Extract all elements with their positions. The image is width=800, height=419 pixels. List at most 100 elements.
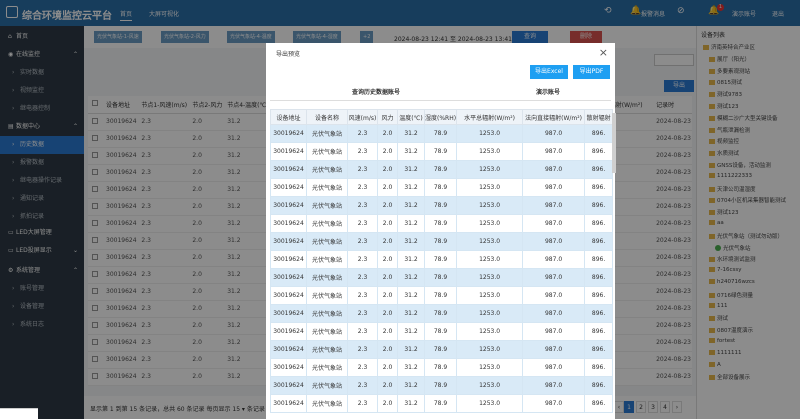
preview-cell: 987.0 xyxy=(522,358,586,377)
preview-cell: 光伏气象站 xyxy=(306,376,348,395)
preview-cell: 30019624 xyxy=(270,142,307,161)
preview-cell: 30019624 xyxy=(270,322,307,341)
close-icon[interactable]: × xyxy=(599,46,608,59)
preview-cell: 2.3 xyxy=(347,268,378,287)
preview-cell: 78.9 xyxy=(423,178,458,197)
preview-cell: 1253.0 xyxy=(456,376,524,395)
preview-cell: 31.2 xyxy=(397,394,425,413)
preview-cell: 31.2 xyxy=(397,340,425,359)
preview-cell: 987.0 xyxy=(522,214,586,233)
preview-cell: 1253.0 xyxy=(456,142,524,161)
preview-cell: 31.2 xyxy=(397,232,425,251)
preview-cell: 1253.0 xyxy=(456,160,524,179)
export-excel-button[interactable]: 导出Excel xyxy=(530,65,568,79)
preview-cell: 987.0 xyxy=(522,394,586,413)
preview-row: 30019624 光伏气象站 2.3 2.0 31.2 78.9 1253.0 987.0 89… xyxy=(270,394,614,413)
dialog-title: 导出预览 xyxy=(276,51,301,58)
preview-cell: 31.2 xyxy=(397,358,425,377)
preview-cell: 987.0 xyxy=(522,286,586,305)
preview-cell: 987.0 xyxy=(522,268,586,287)
preview-cell: 光伏气象站 xyxy=(306,268,348,287)
preview-cell: 987.0 xyxy=(522,124,586,143)
preview-cell: 31.2 xyxy=(397,160,425,179)
preview-cell: 光伏气象站 xyxy=(306,142,348,161)
preview-row: 30019624 光伏气象站 2.3 2.0 31.2 78.9 1253.0 987.0 89… xyxy=(270,340,614,359)
preview-cell: 31.2 xyxy=(397,250,425,269)
preview-cell: 30019624 xyxy=(270,286,307,305)
preview-row: 30019624 光伏气象站 2.3 2.0 31.2 78.9 1253.0 987.0 89… xyxy=(270,160,614,179)
preview-cell: 光伏气象站 xyxy=(306,178,348,197)
preview-col-header: 温度(℃) xyxy=(397,109,425,125)
preview-row: 30019624 光伏气象站 2.3 2.0 31.2 78.9 1253.0 987.0 89… xyxy=(270,142,614,161)
export-preview-dialog: 导出预览 × 导出Excel 导出PDF 查询历史数据账号 演示账号 设备地址 … xyxy=(266,43,616,419)
preview-cell: 896. xyxy=(584,250,614,269)
preview-cell: 30019624 xyxy=(270,376,307,395)
preview-cell: 987.0 xyxy=(522,232,586,251)
preview-cell: 78.9 xyxy=(423,214,458,233)
preview-cell: 2.0 xyxy=(377,376,398,395)
preview-cell: 2.3 xyxy=(347,394,378,413)
preview-row: 30019624 光伏气象站 2.3 2.0 31.2 78.9 1253.0 987.0 89… xyxy=(270,376,614,395)
query-account-value: 演示账号 xyxy=(536,89,561,96)
preview-cell: 78.9 xyxy=(423,304,458,323)
preview-cell: 78.9 xyxy=(423,286,458,305)
preview-cell: 光伏气象站 xyxy=(306,124,348,143)
preview-cell: 896. xyxy=(584,358,614,377)
preview-cell: 31.2 xyxy=(397,196,425,215)
preview-cell: 30019624 xyxy=(270,196,307,215)
preview-cell: 78.9 xyxy=(423,142,458,161)
query-account-label: 查询历史数据账号 xyxy=(352,89,401,96)
preview-cell: 78.9 xyxy=(423,124,458,143)
preview-cell: 光伏气象站 xyxy=(306,340,348,359)
preview-cell: 31.2 xyxy=(397,304,425,323)
preview-cell: 1253.0 xyxy=(456,250,524,269)
preview-cell: 2.3 xyxy=(347,232,378,251)
preview-cell: 896. xyxy=(584,160,614,179)
preview-cell: 2.0 xyxy=(377,286,398,305)
preview-cell: 2.3 xyxy=(347,304,378,323)
preview-cell: 31.2 xyxy=(397,178,425,197)
preview-cell: 987.0 xyxy=(522,304,586,323)
preview-cell: 896. xyxy=(584,196,614,215)
preview-cell: 1253.0 xyxy=(456,214,524,233)
preview-cell: 78.9 xyxy=(423,340,458,359)
preview-cell: 2.0 xyxy=(377,142,398,161)
preview-cell: 光伏气象站 xyxy=(306,232,348,251)
preview-row: 30019624 光伏气象站 2.3 2.0 31.2 78.9 1253.0 987.0 89… xyxy=(270,322,614,341)
preview-cell: 78.9 xyxy=(423,250,458,269)
preview-cell: 30019624 xyxy=(270,340,307,359)
preview-col-header: 水平总辐射(W/m²) xyxy=(456,109,524,125)
preview-cell: 2.3 xyxy=(347,358,378,377)
preview-cell: 78.9 xyxy=(423,358,458,377)
preview-cell: 2.0 xyxy=(377,214,398,233)
dialog-scrollbar[interactable] xyxy=(612,113,616,173)
preview-cell: 2.0 xyxy=(377,322,398,341)
status-toast xyxy=(0,408,38,419)
preview-col-header: 湿度(%RH) xyxy=(423,109,458,125)
preview-cell: 78.9 xyxy=(423,196,458,215)
preview-cell: 896. xyxy=(584,340,614,359)
preview-cell: 896. xyxy=(584,268,614,287)
preview-cell: 2.3 xyxy=(347,340,378,359)
preview-cell: 896. xyxy=(584,178,614,197)
preview-cell: 2.3 xyxy=(347,214,378,233)
preview-cell: 987.0 xyxy=(522,322,586,341)
preview-cell: 30019624 xyxy=(270,178,307,197)
export-pdf-button[interactable]: 导出PDF xyxy=(573,65,610,79)
preview-cell: 2.0 xyxy=(377,232,398,251)
preview-cell: 2.3 xyxy=(347,196,378,215)
preview-cell: 30019624 xyxy=(270,304,307,323)
preview-cell: 2.3 xyxy=(347,160,378,179)
preview-cell: 896. xyxy=(584,322,614,341)
preview-cell: 1253.0 xyxy=(456,358,524,377)
preview-cell: 30019624 xyxy=(270,268,307,287)
preview-cell: 2.0 xyxy=(377,268,398,287)
preview-cell: 31.2 xyxy=(397,214,425,233)
preview-cell: 78.9 xyxy=(423,160,458,179)
preview-col-header: 法向直接辐射(W/m²) xyxy=(522,109,586,125)
query-info-row: 查询历史数据账号 演示账号 xyxy=(270,81,611,101)
preview-cell: 2.0 xyxy=(377,178,398,197)
preview-cell: 31.2 xyxy=(397,268,425,287)
preview-cell: 987.0 xyxy=(522,250,586,269)
preview-row: 30019624 光伏气象站 2.3 2.0 31.2 78.9 1253.0 987.0 89… xyxy=(270,268,614,287)
